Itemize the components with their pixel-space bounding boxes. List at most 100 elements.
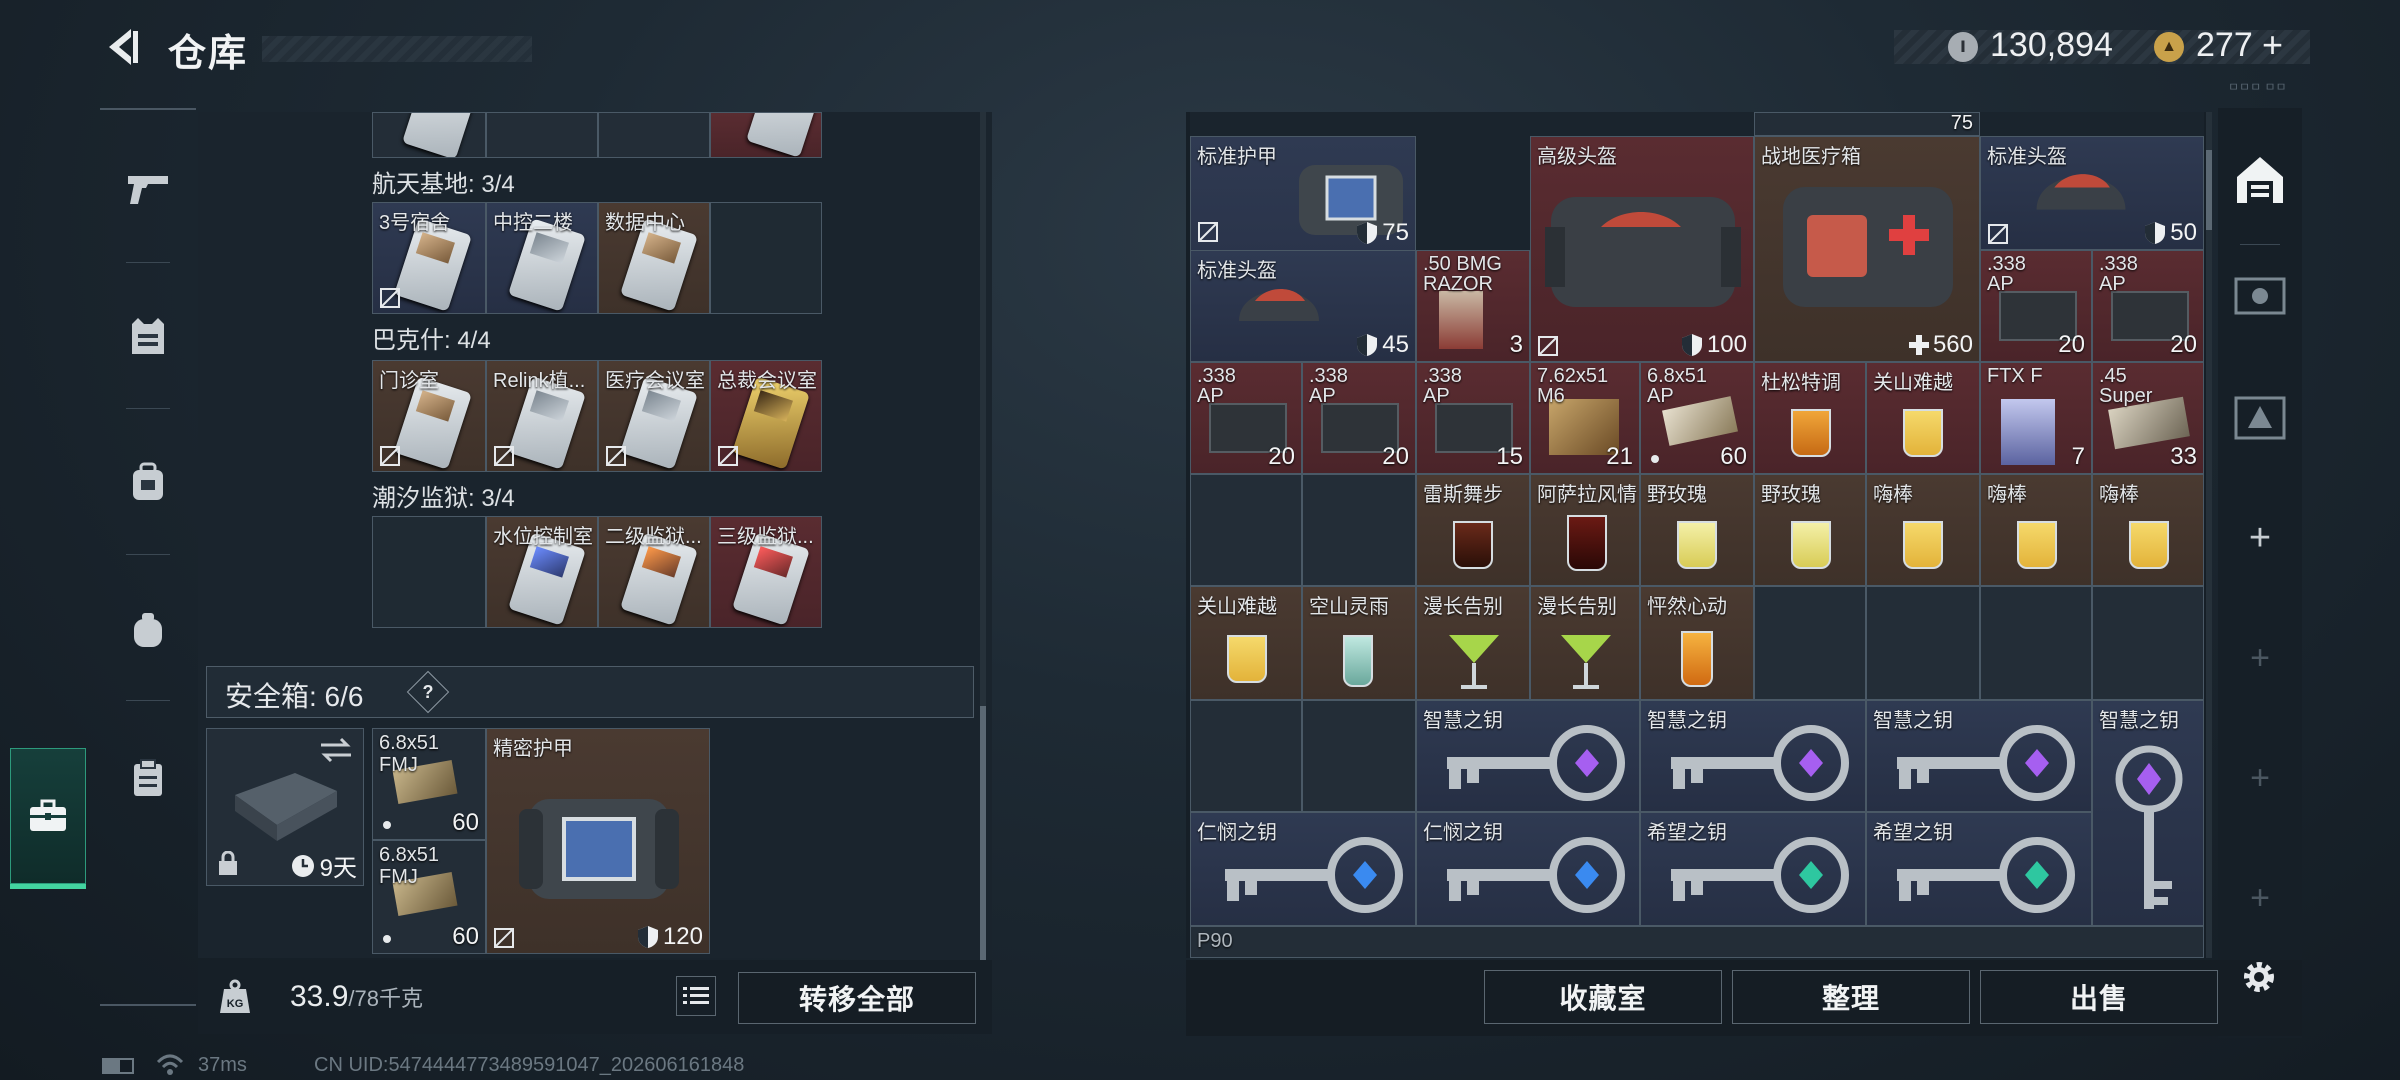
stash-tab-main[interactable] bbox=[2218, 120, 2302, 240]
duration-label: 9天 bbox=[290, 848, 357, 883]
keycard-slot[interactable]: 数据中心 bbox=[598, 202, 710, 314]
key-item[interactable]: 智慧之钥 bbox=[2092, 700, 2204, 926]
ammo-item[interactable]: 7.62x51 M6 21 bbox=[1530, 362, 1640, 474]
grid-cell-partial[interactable] bbox=[372, 112, 486, 158]
keycard-slot[interactable]: Relink植... bbox=[486, 360, 598, 472]
grid-row-partial[interactable]: P90 bbox=[1190, 926, 2204, 958]
key-item[interactable]: 智慧之钥 bbox=[1416, 700, 1640, 812]
key-item[interactable]: 希望之钥 bbox=[1866, 812, 2092, 926]
title-decor bbox=[262, 36, 532, 62]
ammo-slot[interactable]: 6.8x51 FMJ 60 bbox=[372, 840, 486, 954]
collection-room-button[interactable]: 收藏室 bbox=[1484, 970, 1722, 1024]
drink-item[interactable]: 嗨棒 bbox=[1980, 474, 2092, 586]
empty-slot[interactable] bbox=[1866, 586, 1980, 700]
helmet-item[interactable]: 标准头盔 50 bbox=[1980, 136, 2204, 250]
drink-item[interactable]: 漫长告别 bbox=[1416, 586, 1530, 700]
grid-cell-partial[interactable] bbox=[710, 112, 822, 158]
drink-item[interactable]: 野玫瑰 bbox=[1754, 474, 1866, 586]
empty-slot[interactable] bbox=[1190, 700, 1302, 812]
key-image bbox=[2115, 745, 2183, 909]
stash-tab-3[interactable] bbox=[2218, 358, 2302, 478]
ammo-item[interactable]: .338 AP 20 bbox=[1302, 362, 1416, 474]
helmet-item[interactable]: 标准头盔 45 bbox=[1190, 250, 1416, 362]
grid-cell-partial[interactable] bbox=[486, 112, 598, 158]
organize-button[interactable]: 整理 bbox=[1732, 970, 1970, 1024]
helmet-item[interactable]: 高级头盔 100 bbox=[1530, 136, 1754, 362]
sidebar-item-safe-box[interactable] bbox=[10, 748, 86, 884]
drink-item[interactable]: 阿萨拉风情 bbox=[1530, 474, 1640, 586]
drink-item[interactable]: 嗨棒 bbox=[1866, 474, 1980, 586]
drink-item[interactable]: 怦然心动 bbox=[1640, 586, 1754, 700]
weight-icon: KG bbox=[212, 974, 258, 1020]
help-icon[interactable]: ? bbox=[406, 670, 450, 714]
drink-item[interactable]: 漫长告别 bbox=[1530, 586, 1640, 700]
shield-icon bbox=[1681, 334, 1702, 356]
back-button[interactable] bbox=[96, 22, 146, 72]
key-item[interactable]: 仁悯之钥 bbox=[1416, 812, 1640, 926]
keycard-slot[interactable]: 中控二楼 bbox=[486, 202, 598, 314]
keycard-slot[interactable]: 3号宿舍 bbox=[372, 202, 486, 314]
ammo-item[interactable]: .338 AP 20 bbox=[2092, 250, 2204, 362]
settings-button[interactable] bbox=[2236, 954, 2282, 1000]
keycard-slot[interactable]: 二级监狱... bbox=[598, 516, 710, 628]
sidebar-item-armor[interactable] bbox=[100, 286, 196, 386]
empty-slot[interactable] bbox=[710, 202, 822, 314]
sidebar-item-backpack[interactable] bbox=[100, 432, 196, 532]
key-item[interactable]: 智慧之钥 bbox=[1866, 700, 2092, 812]
empty-slot[interactable] bbox=[1754, 586, 1866, 700]
drink-item[interactable]: 嗨棒 bbox=[2092, 474, 2204, 586]
stash-tab-2[interactable] bbox=[2218, 236, 2302, 356]
sell-button[interactable]: 出售 bbox=[1980, 970, 2218, 1024]
key-item[interactable]: 智慧之钥 bbox=[1640, 700, 1866, 812]
safe-box-container[interactable]: 9天 bbox=[206, 728, 364, 886]
drink-item[interactable]: 关山难越 bbox=[1190, 586, 1302, 700]
armor-slot[interactable]: 精密护甲 120 bbox=[486, 728, 710, 954]
pack-icon bbox=[134, 613, 162, 647]
keycard-slot[interactable]: 水位控制室 bbox=[486, 516, 598, 628]
ping-label: 37ms bbox=[198, 1054, 247, 1076]
drink-item[interactable]: 雷斯舞步 bbox=[1416, 474, 1530, 586]
key-item[interactable]: 希望之钥 bbox=[1640, 812, 1866, 926]
ammo-item[interactable]: .45 Super 33 bbox=[2092, 362, 2204, 474]
keycard-slot[interactable]: 三级监狱... bbox=[710, 516, 822, 628]
grid-cell-partial[interactable] bbox=[598, 112, 710, 158]
empty-slot[interactable] bbox=[372, 516, 486, 628]
add-tab-button[interactable]: + bbox=[2218, 478, 2302, 598]
key-item[interactable]: 仁悯之钥 bbox=[1190, 812, 1416, 926]
right-scrollbar[interactable] bbox=[2206, 112, 2212, 958]
transfer-all-button[interactable]: 转移全部 bbox=[738, 972, 976, 1024]
ammo-item[interactable]: 6.8x51 AP 60 bbox=[1640, 362, 1754, 474]
ammo-item[interactable]: .338 AP 20 bbox=[1980, 250, 2092, 362]
ammo-slot[interactable]: 6.8x51 FMJ 60 bbox=[372, 728, 486, 840]
keycard-slot[interactable]: 门诊室 bbox=[372, 360, 486, 472]
keycard-slot[interactable]: 总裁会议室 bbox=[710, 360, 822, 472]
empty-slot[interactable] bbox=[1302, 474, 1416, 586]
add-currency-button[interactable]: + bbox=[2262, 24, 2283, 66]
sidebar-item-weapons[interactable] bbox=[100, 138, 196, 238]
drink-item[interactable]: 空山灵雨 bbox=[1302, 586, 1416, 700]
drink-item[interactable]: 杜松特调 bbox=[1754, 362, 1866, 474]
add-tab-button-disabled: + bbox=[2218, 718, 2302, 838]
left-scroll-thumb[interactable] bbox=[980, 706, 986, 960]
grid-cell-partial[interactable]: 75 bbox=[1754, 112, 1980, 136]
lock-icon bbox=[219, 851, 237, 875]
sidebar-item-clipboard[interactable] bbox=[100, 728, 196, 828]
sidebar-item-pack[interactable] bbox=[100, 580, 196, 680]
medkit-item[interactable]: 战地医疗箱 560 bbox=[1754, 136, 1980, 362]
empty-slot[interactable] bbox=[1190, 474, 1302, 586]
ammo-item[interactable]: .338 AP 15 bbox=[1416, 362, 1530, 474]
silver-coin-icon: Ⅰ bbox=[1948, 32, 1978, 62]
ammo-item[interactable]: .338 AP 20 bbox=[1190, 362, 1302, 474]
ammo-item[interactable]: .50 BMG RAZOR 3 bbox=[1416, 250, 1530, 362]
empty-slot[interactable] bbox=[1980, 586, 2092, 700]
empty-slot[interactable] bbox=[2092, 586, 2204, 700]
right-scroll-thumb[interactable] bbox=[2206, 150, 2212, 230]
ammo-item[interactable]: FTX F7 bbox=[1980, 362, 2092, 474]
drink-item[interactable]: 关山难越 bbox=[1866, 362, 1980, 474]
list-view-button[interactable] bbox=[676, 976, 716, 1016]
empty-slot[interactable] bbox=[1302, 700, 1416, 812]
keycard-slot[interactable]: 医疗会议室 bbox=[598, 360, 710, 472]
drink-item[interactable]: 野玫瑰 bbox=[1640, 474, 1754, 586]
sidebar-top-line bbox=[100, 108, 196, 110]
heal-amount: 560 bbox=[1908, 331, 1973, 359]
